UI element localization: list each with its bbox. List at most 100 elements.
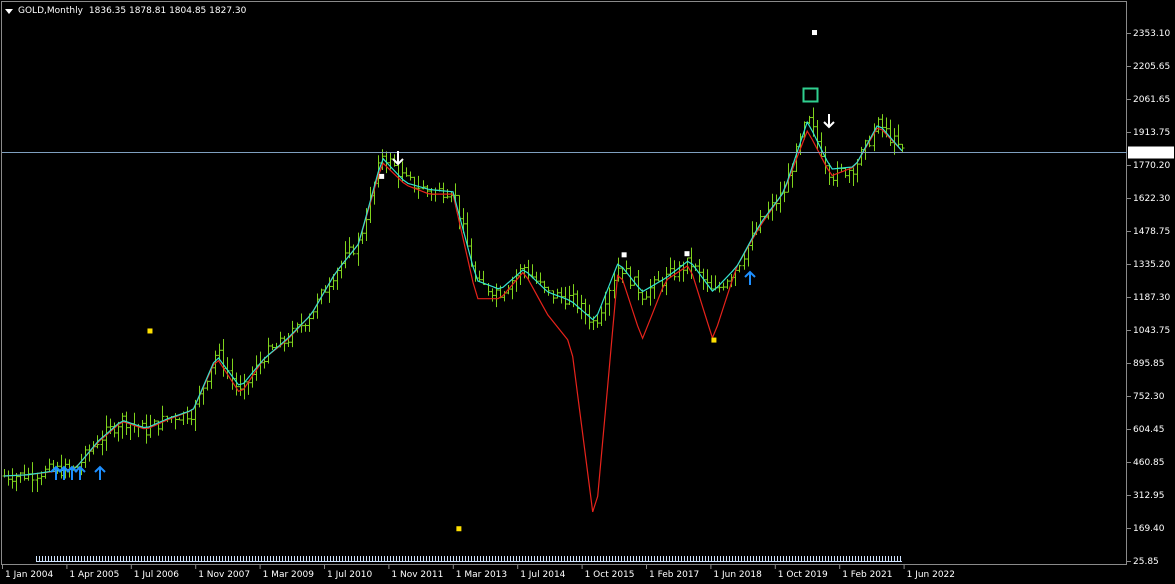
yellow-marker [147,328,153,334]
up-arrow-icon [74,465,86,480]
ohlc-values: 1836.35 1878.81 1804.85 1827.30 [88,6,247,16]
ohlc-bar [880,114,885,138]
ohlc-bar [900,143,905,153]
ohlc-bar [303,323,308,332]
triangle-down-icon[interactable] [5,8,13,14]
price-axis-label: 312.95 [1133,491,1165,501]
ohlc-bar [551,290,556,304]
price-axis-label: 1622.30 [1133,194,1170,204]
ohlc-bar [538,272,543,285]
ohlc-bar [160,405,165,431]
time-axis-label: 1 Jun 2022 [907,570,955,580]
ohlc-bar [579,294,584,320]
white-marker [621,252,627,258]
ohlc-bar [266,337,271,364]
yellow-marker [456,526,462,532]
price-axis[interactable]: 2353.10 2205.65 2061.65 1913.75 1770.20 1622.… [1127,29,1174,567]
yellow-marker [711,337,717,343]
ohlc-bar [896,124,901,147]
time-axis-label: 1 Nov 2011 [391,570,443,580]
ohlc-bar [132,412,137,433]
up-arrow-icon [66,465,78,480]
current-price-label: 1827.30 [1131,149,1168,159]
ohlc-bar [652,276,657,299]
time-axis-label: 1 Feb 2017 [649,570,699,580]
ohlc-bar [35,472,40,492]
time-axis-label: 1 Jan 2004 [5,570,53,580]
ohlc-bar [575,290,580,314]
white-marker [379,173,385,179]
price-axis-label: 25.85 [1133,557,1159,567]
ohlc-bar [425,185,430,198]
ohlc-bar [59,454,64,479]
ohlc-bar [559,287,564,304]
price-axis-label: 169.40 [1133,524,1165,534]
cyan-indicator-line [3,120,903,477]
chart-window[interactable]: 2353.10 2205.65 2061.65 1913.75 1770.20 1622.… [0,0,1175,584]
up-arrow-icon [94,465,106,480]
ohlc-bar [18,472,23,483]
ohlc-bar [120,412,125,439]
time-axis[interactable]: 1 Jan 2004 1 Apr 2005 1 Jul 2006 1 Nov 2007… [2,565,956,580]
ohlc-bar [737,264,742,273]
up-arrow-icon [744,270,756,285]
time-axis-label: 1 Mar 2009 [263,570,315,580]
ohlc-bar [721,282,726,291]
ohlc-bar [607,287,612,316]
time-axis-label: 1 Oct 2019 [778,570,828,580]
price-axis-label: 2353.10 [1133,29,1170,39]
price-axis-label: 1770.20 [1133,161,1170,171]
time-axis-label: 1 Feb 2021 [842,570,892,580]
time-axis-label: 1 Apr 2005 [69,570,119,580]
volume-histogram [36,556,902,562]
white-marker [684,251,690,257]
ohlc-bar [441,182,446,204]
up-arrow-icon [50,465,62,480]
ohlc-bar [6,470,11,486]
price-axis-label: 895.85 [1133,359,1165,369]
time-axis-label: 1 Jun 2018 [713,570,762,580]
ohlc-bar [408,171,413,181]
ohlc-bar [567,285,572,306]
ohlc-bar [144,414,149,444]
down-arrow-icon [823,114,835,129]
ohlc-bar [851,167,856,186]
price-axis-label: 1043.75 [1133,326,1170,336]
time-axis-label: 1 Mar 2013 [456,570,507,580]
red-indicator-line [3,127,903,513]
ohlc-bar [10,468,15,489]
price-axis-label: 2205.65 [1133,62,1170,72]
ohlc-bar [100,430,105,456]
signal-markers [50,30,835,532]
ohlc-bar [697,259,702,283]
time-axis-label: 1 Jul 2014 [520,570,565,580]
time-axis-label: 1 Jul 2010 [327,570,372,580]
indicator-lines [2,120,1127,513]
highlight-box [802,87,819,103]
ohlc-bar [47,458,52,473]
ohlc-bar [555,288,560,299]
chart-header: GOLD,Monthly 1836.35 1878.81 1804.85 182… [5,5,246,17]
ohlc-bar [644,290,649,300]
ohlc-bar [177,417,182,421]
ohlc-bar [490,288,495,302]
price-chart[interactable]: 2353.10 2205.65 2061.65 1913.75 1770.20 1622.… [0,0,1175,584]
ohlc-bar [843,167,848,178]
ohlc-bar [30,462,35,493]
ohlc-bar [725,279,730,289]
ohlc-bar [648,279,653,306]
ohlc-bar [595,315,600,328]
price-axis-label: 752.30 [1133,392,1165,402]
ohlc-bar [238,375,243,396]
ohlc-bar [22,464,27,481]
ohlc-bar [888,119,893,147]
price-axis-label: 604.45 [1133,425,1165,435]
up-arrow-icon [58,465,70,480]
white-marker [811,30,817,36]
ohlc-bar [189,409,194,426]
ohlc-bars [2,107,905,493]
ohlc-bar [270,343,275,351]
symbol-label: GOLD,Monthly [18,6,83,16]
price-axis-label: 1478.75 [1133,227,1170,237]
price-axis-label: 2061.65 [1133,95,1170,105]
